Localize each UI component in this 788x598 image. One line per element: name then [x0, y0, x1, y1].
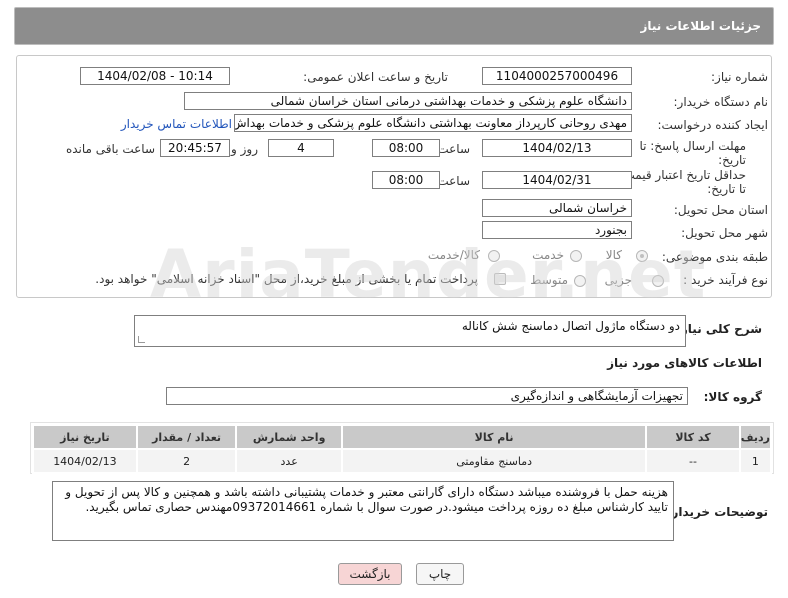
description-field: دو دستگاه ماژول اتصال دماسنج شش کاناله: [134, 315, 686, 347]
cell-date: 1404/02/13: [32, 448, 138, 474]
back-button[interactable]: بازگشت: [338, 563, 402, 585]
col-unit: واحد شمارش: [235, 424, 343, 450]
goods-table-header: ردیف کد کالا نام کالا واحد شمارش تعداد /…: [32, 424, 773, 450]
cell-row: 1: [738, 448, 773, 474]
col-code: کد کالا: [645, 424, 741, 450]
time-remaining-field: 20:45:57: [160, 139, 230, 157]
delivery-province-label: استان محل تحویل:: [673, 203, 768, 217]
col-date: تاریخ نیاز: [32, 424, 138, 450]
reply-time-label: ساعت: [437, 142, 470, 156]
page-title: جزئیات اطلاعات نیاز: [640, 19, 761, 33]
page-header: جزئیات اطلاعات نیاز: [14, 7, 774, 45]
days-label: روز و: [231, 142, 258, 156]
goods-group-label: گروه کالا:: [703, 390, 762, 404]
col-row: ردیف: [738, 424, 773, 450]
days-remaining-field: 4: [268, 139, 334, 157]
need-number-label: شماره نیاز:: [711, 70, 768, 84]
requester-field: مهدی روحانی کارپرداز معاونت بهداشتی دانش…: [234, 114, 632, 132]
reply-deadline-label: مهلت ارسال پاسخ: تا تاریخ:: [639, 139, 746, 167]
buyer-notes-label: توضیحات خریدار:: [666, 505, 768, 519]
buyer-org-label: نام دستگاه خریدار:: [673, 95, 769, 109]
need-number-field: 1104000257000496: [482, 67, 632, 85]
reply-deadline-date: 1404/02/13: [482, 139, 632, 157]
price-time-label: ساعت: [437, 174, 470, 188]
announce-datetime-label: تاریخ و ساعت اعلان عمومی:: [303, 70, 448, 84]
buyer-contact-link[interactable]: اطلاعات تماس خریدار: [121, 117, 232, 131]
cell-unit: عدد: [235, 448, 343, 474]
cell-qty: 2: [135, 448, 238, 474]
buyer-notes-text: هزینه حمل با فروشنده میباشد دستگاه دارای…: [65, 485, 668, 514]
price-validity-date: 1404/02/31: [482, 171, 632, 189]
price-validity-label: حداقل تاریخ اعتبار قیمت: تا تاریخ:: [619, 168, 746, 196]
ariatender-watermark: AriaTender.net: [150, 236, 707, 313]
goods-table: ردیف کد کالا نام کالا واحد شمارش تعداد /…: [32, 424, 773, 474]
cell-code: --: [645, 448, 741, 474]
resize-handle[interactable]: [138, 336, 145, 343]
buyer-org-field: دانشگاه علوم پزشکی و خدمات بهداشتی درمان…: [184, 92, 632, 110]
announce-datetime-field: 1404/02/08 - 10:14: [80, 67, 230, 85]
buyer-notes-field: هزینه حمل با فروشنده میباشد دستگاه دارای…: [52, 481, 674, 541]
goods-group-field: تجهیزات آزمایشگاهی و اندازه‌گیری: [166, 387, 688, 405]
time-remaining-label: ساعت باقی مانده: [65, 142, 155, 156]
description-text: دو دستگاه ماژول اتصال دماسنج شش کاناله: [461, 319, 680, 333]
delivery-province-field: خراسان شمالی: [482, 199, 632, 217]
goods-section-title: اطلاعات کالاهای مورد نیاز: [607, 356, 762, 370]
print-button[interactable]: چاپ: [416, 563, 464, 585]
col-qty: تعداد / مقدار: [135, 424, 238, 450]
table-row[interactable]: 1 -- دماسنج مقاومتی عدد 2 1404/02/13: [32, 448, 773, 474]
reply-deadline-time: 08:00: [372, 139, 440, 157]
price-validity-time: 08:00: [372, 171, 440, 189]
col-name: نام کالا: [340, 424, 648, 450]
description-label: شرح کلی نیاز:: [676, 322, 762, 336]
cell-name: دماسنج مقاومتی: [340, 448, 648, 474]
requester-label: ایجاد کننده درخواست:: [657, 118, 768, 132]
